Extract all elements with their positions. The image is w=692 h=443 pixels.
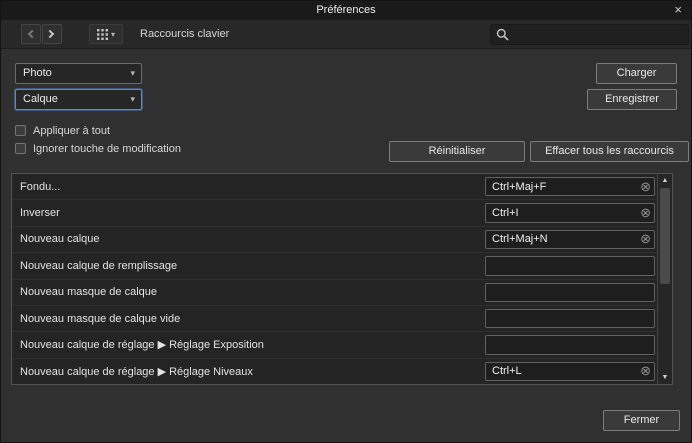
window-title: Préférences [1, 1, 691, 20]
ignore-modifier-row: Ignorer touche de modification [15, 142, 181, 155]
shortcut-rows: Fondu... Ctrl+Maj+F ⊗ Inverser Ctrl+I ⊗ … [12, 174, 657, 384]
apply-all-label: Appliquer à tout [33, 125, 110, 137]
save-button[interactable]: Enregistrer [587, 89, 677, 110]
shortcut-label: Nouveau calque de réglage ▶ Réglage Expo… [20, 338, 264, 351]
shortcut-row[interactable]: Nouveau calque de réglage ▶ Réglage Expo… [12, 332, 657, 358]
preferences-toolbar: ▾ Raccourcis clavier [1, 20, 691, 49]
reset-button[interactable]: Réinitialiser [389, 141, 525, 162]
shortcut-row[interactable]: Nouveau calque Ctrl+Maj+N ⊗ [12, 227, 657, 253]
chevron-right-icon [46, 30, 54, 38]
shortcut-label: Nouveau masque de calque vide [20, 313, 180, 325]
section-title: Raccourcis clavier [140, 20, 229, 49]
shortcut-label: Nouveau calque de remplissage [20, 260, 177, 272]
chevron-down-icon: ▾ [130, 90, 135, 109]
search-field[interactable] [490, 24, 689, 45]
shortcut-input[interactable]: ⊗ [485, 309, 655, 328]
category-dropdown[interactable]: Calque ▾ [15, 89, 142, 110]
shortcut-label: Nouveau calque [20, 233, 100, 245]
chevron-left-icon [28, 30, 36, 38]
ignore-modifier-checkbox[interactable] [15, 143, 26, 154]
search-input[interactable] [514, 29, 683, 41]
shortcut-row[interactable]: Fondu... Ctrl+Maj+F ⊗ [12, 174, 657, 200]
shortcut-input[interactable]: ⊗ [485, 256, 655, 275]
preferences-window: Préférences × ▾ Raccourcis clavier [0, 0, 692, 443]
scrollbar-thumb[interactable] [660, 188, 670, 284]
close-dialog-button[interactable]: Fermer [603, 410, 680, 431]
chevron-down-icon: ▾ [130, 64, 135, 83]
shortcut-label: Fondu... [20, 181, 60, 193]
clear-shortcut-icon[interactable]: ⊗ [640, 363, 651, 379]
grid-view-icon [97, 29, 108, 40]
shortcut-input[interactable]: ⊗ [485, 283, 655, 302]
ignore-modifier-label: Ignorer touche de modification [33, 143, 181, 155]
search-icon [496, 28, 509, 41]
clear-shortcut-icon[interactable]: ⊗ [640, 179, 651, 195]
shortcut-label: Inverser [20, 207, 60, 219]
shortcut-row[interactable]: Nouveau calque de réglage ▶ Réglage Nive… [12, 359, 657, 384]
app-preset-dropdown[interactable]: Photo ▾ [15, 63, 142, 84]
window-titlebar[interactable]: Préférences × [1, 1, 691, 20]
shortcut-input[interactable]: Ctrl+I ⊗ [485, 203, 655, 222]
clear-all-shortcuts-button[interactable]: Effacer tous les raccourcis [530, 141, 689, 162]
load-button[interactable]: Charger [596, 63, 677, 84]
shortcut-input[interactable]: ⊗ [485, 335, 655, 354]
clear-shortcut-icon[interactable]: ⊗ [640, 205, 651, 221]
shortcut-row[interactable]: Nouveau calque de remplissage ⊗ [12, 253, 657, 279]
shortcut-input[interactable]: Ctrl+Maj+F ⊗ [485, 177, 655, 196]
apply-all-checkbox[interactable] [15, 125, 26, 136]
list-scrollbar[interactable]: ▲ ▼ [657, 174, 672, 384]
scroll-up-icon[interactable]: ▲ [658, 174, 672, 187]
shortcut-input[interactable]: Ctrl+Maj+N ⊗ [485, 230, 655, 249]
back-button[interactable] [21, 24, 41, 44]
shortcut-input[interactable]: Ctrl+L ⊗ [485, 362, 655, 381]
chevron-down-icon: ▾ [111, 30, 115, 39]
shortcut-value: Ctrl+L [492, 365, 522, 377]
category-value: Calque [23, 90, 58, 109]
shortcut-value: Ctrl+Maj+N [492, 233, 548, 245]
shortcut-value: Ctrl+Maj+F [492, 181, 546, 193]
shortcut-row[interactable]: Nouveau masque de calque ⊗ [12, 280, 657, 306]
shortcut-row[interactable]: Inverser Ctrl+I ⊗ [12, 200, 657, 226]
scroll-down-icon[interactable]: ▼ [658, 371, 672, 384]
shortcut-label: Nouveau calque de réglage ▶ Réglage Nive… [20, 365, 253, 378]
forward-button[interactable] [42, 24, 62, 44]
sections-grid-button[interactable]: ▾ [89, 24, 123, 44]
window-close-icon[interactable]: × [674, 1, 682, 19]
shortcut-value: Ctrl+I [492, 207, 519, 219]
shortcut-row[interactable]: Nouveau masque de calque vide ⊗ [12, 306, 657, 332]
apply-all-row: Appliquer à tout [15, 124, 110, 137]
clear-shortcut-icon[interactable]: ⊗ [640, 231, 651, 247]
shortcut-list: Fondu... Ctrl+Maj+F ⊗ Inverser Ctrl+I ⊗ … [11, 173, 673, 385]
app-preset-value: Photo [23, 64, 52, 83]
shortcut-label: Nouveau masque de calque [20, 286, 157, 298]
